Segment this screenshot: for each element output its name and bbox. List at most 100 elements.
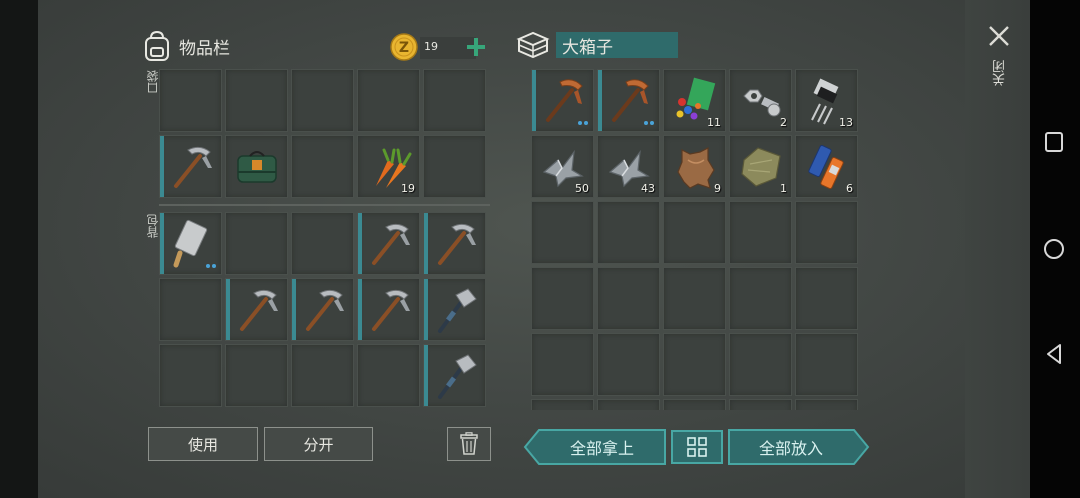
side-panel: 关闭	[965, 0, 1030, 498]
chest-slot[interactable]	[729, 201, 792, 264]
chest-slot[interactable]: 43	[597, 135, 660, 198]
item-quantity: 1	[780, 182, 787, 195]
pickaxe-icon	[306, 289, 344, 331]
close-icon[interactable]	[987, 24, 1011, 48]
chest-slot[interactable]: 9	[663, 135, 726, 198]
backpack-slot[interactable]	[357, 212, 420, 275]
chest-slot[interactable]	[795, 399, 858, 410]
close-label[interactable]: 关闭	[991, 60, 1010, 86]
pocket-slot[interactable]	[225, 135, 288, 198]
backpack-slot[interactable]	[357, 278, 420, 341]
split-button[interactable]: 分开	[264, 427, 373, 461]
hatchet-icon	[438, 288, 477, 333]
backpack-slot[interactable]	[423, 212, 486, 275]
copper-pickaxe-icon	[546, 79, 583, 122]
nuts-bolts-icon	[743, 89, 781, 117]
pocket-slot[interactable]	[291, 69, 354, 132]
add-coins-button[interactable]	[466, 37, 486, 57]
chest-slot[interactable]	[663, 333, 726, 396]
backpack-slot[interactable]	[159, 344, 222, 407]
backpack-slot[interactable]	[291, 278, 354, 341]
chest-slot[interactable]: 13	[795, 69, 858, 132]
durability-bar	[358, 279, 362, 340]
pocket-slot[interactable]	[423, 69, 486, 132]
battery-icon	[808, 145, 844, 189]
backpack-slot[interactable]	[159, 278, 222, 341]
chest-slot[interactable]	[663, 399, 726, 410]
backpack-slot[interactable]	[423, 278, 486, 341]
level-dots	[644, 121, 654, 125]
backpack-icon	[145, 30, 169, 61]
chest-grid[interactable]: 11 2 13 50 43 9 1 6	[531, 69, 858, 410]
item-quantity: 50	[575, 182, 589, 195]
backpack-slot[interactable]	[225, 278, 288, 341]
backpack-slot[interactable]	[291, 344, 354, 407]
chest-slot[interactable]: 11	[663, 69, 726, 132]
chest-slot[interactable]	[663, 267, 726, 330]
item-quantity: 6	[846, 182, 853, 195]
backpack-slot[interactable]	[225, 344, 288, 407]
back-icon[interactable]	[1040, 340, 1068, 368]
pocket-slot[interactable]	[291, 135, 354, 198]
chest-slot[interactable]	[531, 399, 594, 410]
home-icon[interactable]	[1040, 235, 1068, 263]
chest-slot[interactable]	[729, 399, 792, 410]
item-quantity: 13	[839, 116, 853, 129]
backpack-slot[interactable]	[225, 212, 288, 275]
leather-hide-icon	[677, 147, 715, 189]
chest-slot[interactable]	[531, 333, 594, 396]
chest-slot[interactable]	[597, 333, 660, 396]
pocket-slot[interactable]	[225, 69, 288, 132]
chest-slot[interactable]	[729, 267, 792, 330]
item-quantity: 11	[707, 116, 721, 129]
pickaxe-icon	[372, 223, 410, 265]
backpack-grid	[159, 212, 486, 407]
use-button[interactable]: 使用	[148, 427, 258, 461]
chest-slot[interactable]	[795, 201, 858, 264]
chest-icon	[516, 31, 550, 59]
chest-slot[interactable]	[531, 267, 594, 330]
sort-button[interactable]	[671, 430, 723, 464]
durability-bar	[226, 279, 230, 340]
pocket-slot[interactable]	[159, 69, 222, 132]
chest-slot[interactable]: 2	[729, 69, 792, 132]
chest-slot[interactable]: 50	[531, 135, 594, 198]
recents-icon[interactable]	[1040, 128, 1068, 156]
backpack-slot[interactable]	[423, 344, 486, 407]
chest-slot[interactable]	[795, 333, 858, 396]
chest-slot[interactable]	[531, 201, 594, 264]
chest-name-field[interactable]: 大箱子	[556, 32, 678, 58]
cloth-icon	[741, 147, 781, 187]
chest-slot[interactable]	[597, 201, 660, 264]
pocket-slot[interactable]	[423, 135, 486, 198]
backpack-slot[interactable]	[291, 212, 354, 275]
durability-bar	[424, 213, 428, 274]
chest-slot[interactable]	[597, 399, 660, 410]
pickaxe-icon	[372, 289, 410, 331]
hatchet-icon	[438, 354, 477, 399]
pocket-slot[interactable]	[159, 135, 222, 198]
backpack-slot[interactable]	[357, 344, 420, 407]
inventory-title: 物品栏	[179, 38, 230, 59]
put-all-button[interactable]: 全部放入	[730, 432, 852, 462]
pocket-slot[interactable]	[357, 69, 420, 132]
chest-slot[interactable]: 1	[729, 135, 792, 198]
section-divider	[159, 204, 490, 206]
chest-slot[interactable]	[729, 333, 792, 396]
chest-slot[interactable]	[663, 201, 726, 264]
chest-slot[interactable]	[597, 267, 660, 330]
chest-slot[interactable]	[795, 267, 858, 330]
take-all-button[interactable]: 全部拿上	[540, 432, 664, 462]
pickaxe-icon	[240, 289, 278, 331]
level-dots	[206, 264, 216, 268]
pocket-slot[interactable]: 19	[357, 135, 420, 198]
backpack-slot[interactable]	[159, 212, 222, 275]
chest-slot[interactable]	[597, 69, 660, 132]
chest-slot[interactable]: 6	[795, 135, 858, 198]
chest-header: 大箱子	[516, 30, 678, 60]
trash-button[interactable]	[447, 427, 491, 461]
durability-bar	[160, 136, 164, 197]
chest-slot[interactable]	[531, 69, 594, 132]
coin-box: Z 19	[390, 33, 490, 61]
copper-pickaxe-icon	[612, 79, 649, 122]
